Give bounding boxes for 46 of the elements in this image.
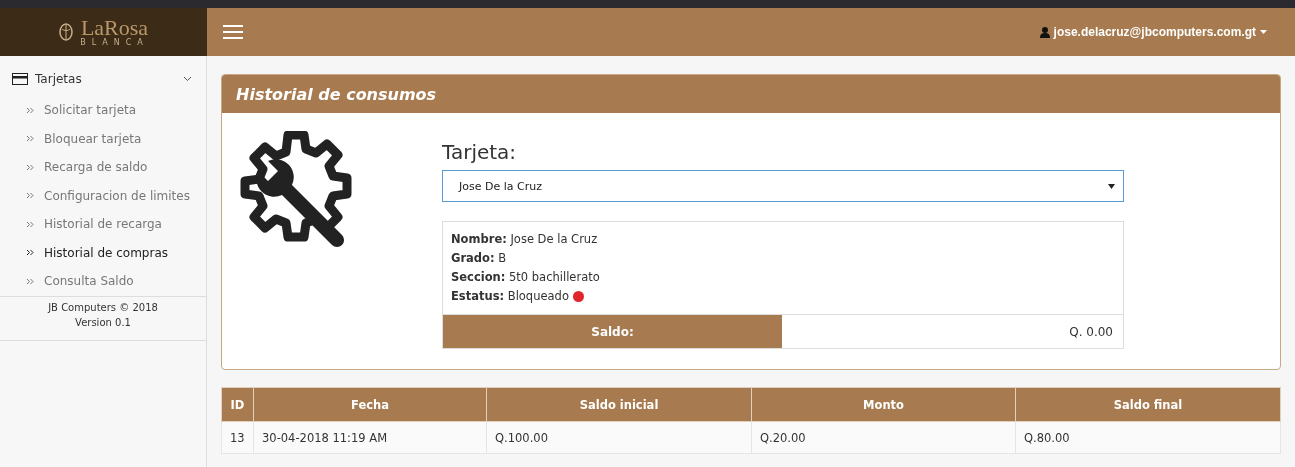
sidebar-item[interactable]: Historial de compras xyxy=(0,238,206,267)
balance-value: Q. 0.00 xyxy=(1068,323,1114,341)
caret-icon xyxy=(1260,30,1267,34)
double-chevron-icon xyxy=(26,277,34,285)
sidebar-item[interactable]: Configuracion de limites xyxy=(0,181,206,210)
double-chevron-icon xyxy=(26,192,34,200)
logo-tagline: BLANCA xyxy=(80,39,149,47)
footer-text: JB Computers © 2018 xyxy=(48,300,158,315)
double-chevron-icon xyxy=(26,220,34,228)
info-field: Estatus: Bloqueado xyxy=(451,287,569,306)
sidebar-item[interactable]: Bloquear tarjeta xyxy=(0,124,206,153)
card-icon xyxy=(12,73,28,85)
panel-title: Historial de consumos xyxy=(236,84,437,104)
logo-name: LaRosa xyxy=(80,17,149,39)
column-header: ID xyxy=(221,387,254,422)
sidebar-item[interactable]: Solicitar tarjeta xyxy=(0,96,206,125)
rose-logo-icon xyxy=(58,22,75,42)
double-chevron-icon xyxy=(26,249,34,257)
table-cell: Q.80.00 xyxy=(1015,421,1281,454)
info-field: Nombre: Jose De la Cruz xyxy=(451,230,598,249)
caret-icon xyxy=(1108,183,1115,189)
table-cell: 30-04-2018 11:19 AM xyxy=(253,421,487,454)
double-chevron-icon xyxy=(26,106,34,114)
chevron-icon xyxy=(183,76,192,82)
balance-label: Saldo: xyxy=(443,315,782,348)
double-chevron-icon xyxy=(26,135,34,143)
table-cell: Q.100.00 xyxy=(486,421,752,454)
sidebar-section[interactable]: Tarjetas xyxy=(0,56,206,96)
sidebar-item[interactable]: Recarga de saldo xyxy=(0,153,206,182)
column-header: Saldo inicial xyxy=(486,387,752,422)
double-chevron-icon xyxy=(26,163,34,171)
info-field: Seccion: 5t0 bachillerato xyxy=(451,268,600,287)
table-cell: Q.20.00 xyxy=(751,421,1016,454)
table-cell: 13 xyxy=(221,421,254,454)
menu-icon xyxy=(223,25,243,39)
column-header: Monto xyxy=(751,387,1016,422)
column-header: Fecha xyxy=(253,387,487,422)
select-label: Tarjeta: xyxy=(442,140,518,164)
user-icon xyxy=(1039,26,1050,38)
sidebar-item[interactable]: Consulta Saldo xyxy=(0,267,206,296)
column-header: Saldo final xyxy=(1015,387,1281,422)
footer-text: Version 0.1 xyxy=(75,315,131,330)
info-field: Grado: B xyxy=(451,249,507,268)
sidebar-item[interactable]: Historial de recarga xyxy=(0,210,206,239)
card-select[interactable]: Jose De la Cruz xyxy=(442,170,1124,202)
user-menu[interactable]: jose.delacruz@jbcomputers.com.gt xyxy=(1033,24,1273,40)
